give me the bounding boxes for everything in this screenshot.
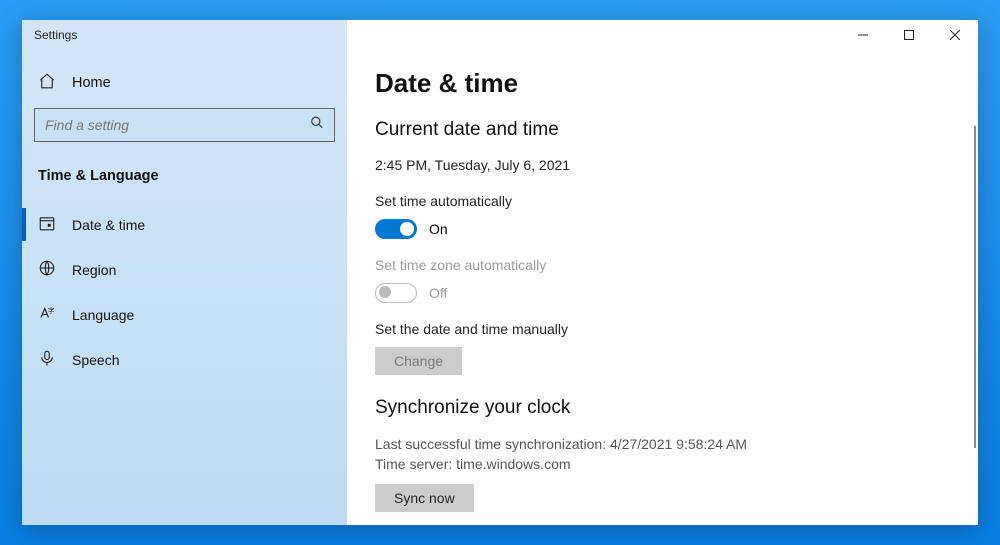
sync-heading: Synchronize your clock <box>375 397 978 419</box>
content-area: Date & time Current date and time 2:45 P… <box>347 50 978 525</box>
set-time-auto-toggle[interactable] <box>375 219 417 239</box>
minimize-button[interactable] <box>840 20 886 50</box>
sync-now-button[interactable]: Sync now <box>375 484 474 512</box>
sidebar-item-label: Speech <box>72 352 119 368</box>
svg-text:字: 字 <box>48 306 55 315</box>
search-box[interactable] <box>34 108 335 142</box>
sidebar-item-date-time[interactable]: Date & time <box>22 202 347 247</box>
set-time-auto-label: Set time automatically <box>375 193 978 209</box>
sync-last: Last successful time synchronization: 4/… <box>375 435 978 455</box>
microphone-icon <box>38 349 56 370</box>
page-title: Date & time <box>375 68 978 99</box>
current-heading: Current date and time <box>375 119 978 141</box>
home-icon <box>38 72 56 94</box>
set-tz-auto-state: Off <box>429 285 447 301</box>
sidebar-item-speech[interactable]: Speech <box>22 337 347 382</box>
sidebar-home-label: Home <box>72 75 111 91</box>
search-input[interactable] <box>45 117 324 133</box>
set-time-auto-state: On <box>429 221 448 237</box>
sidebar-item-label: Language <box>72 307 134 323</box>
set-tz-auto-label: Set time zone automatically <box>375 257 978 273</box>
sidebar-home[interactable]: Home <box>22 62 347 104</box>
globe-icon <box>38 259 56 280</box>
change-button[interactable]: Change <box>375 347 462 375</box>
close-button[interactable] <box>932 20 978 50</box>
window-title: Settings <box>34 28 77 42</box>
scrollbar[interactable] <box>974 126 976 448</box>
sidebar-item-language[interactable]: 字 Language <box>22 292 347 337</box>
current-datetime: 2:45 PM, Tuesday, July 6, 2021 <box>375 157 978 173</box>
sidebar-item-label: Region <box>72 262 116 278</box>
manual-label: Set the date and time manually <box>375 321 978 337</box>
clock-icon <box>38 214 56 235</box>
sync-info: Last successful time synchronization: 4/… <box>375 435 978 474</box>
sync-server: Time server: time.windows.com <box>375 455 978 475</box>
window-controls <box>840 20 978 50</box>
set-tz-auto-toggle <box>375 283 417 303</box>
language-icon: 字 <box>38 304 56 325</box>
settings-window: Settings Home <box>22 20 978 525</box>
search-icon <box>310 116 324 135</box>
sidebar-item-label: Date & time <box>72 217 145 233</box>
sidebar-item-region[interactable]: Region <box>22 247 347 292</box>
titlebar: Settings <box>22 20 978 50</box>
maximize-button[interactable] <box>886 20 932 50</box>
sidebar-category: Time & Language <box>22 156 347 202</box>
sidebar: Home Time & Language <box>22 50 347 525</box>
